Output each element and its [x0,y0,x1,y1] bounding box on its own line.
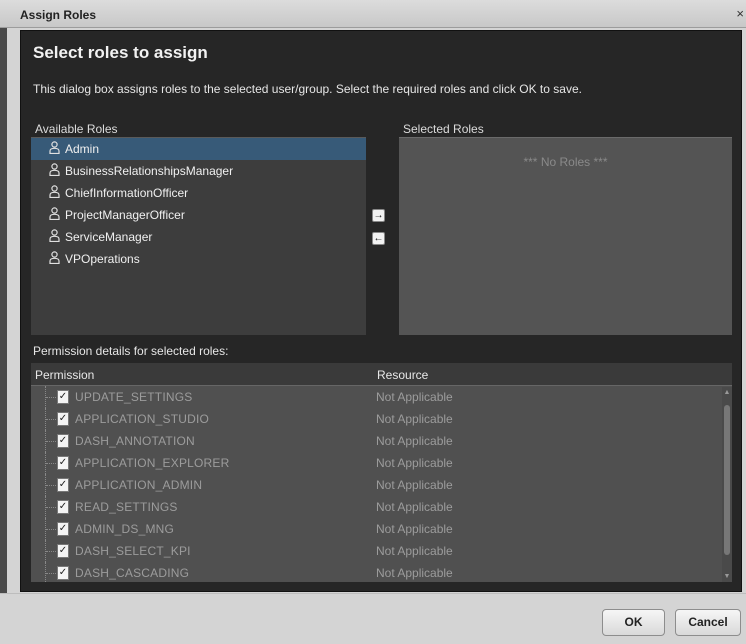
permission-row: ✓ APPLICATION_STUDIO Not Applicable [31,408,732,430]
tree-branch [46,507,56,508]
permission-resource: Not Applicable [376,500,453,514]
checked-checkbox-icon: ✓ [57,566,69,580]
window-edge [0,0,7,644]
user-icon [49,185,61,201]
tree-branch [46,551,56,552]
checked-checkbox-icon: ✓ [57,478,69,492]
dialog-heading: Select roles to assign [33,43,208,62]
permission-name: DASH_ANNOTATION [75,434,195,448]
permission-row: ✓ DASH_SELECT_KPI Not Applicable [31,540,732,562]
checked-checkbox-icon: ✓ [57,544,69,558]
ok-button[interactable]: OK [602,609,665,636]
selected-roles-list[interactable]: *** No Roles *** [399,137,732,335]
permission-name: APPLICATION_ADMIN [75,478,203,492]
role-name: BusinessRelationshipsManager [65,164,234,178]
permission-name: DASH_SELECT_KPI [75,544,191,558]
scrollbar-thumb[interactable] [724,405,730,555]
role-item[interactable]: VPOperations [31,248,366,270]
role-item[interactable]: ChiefInformationOfficer [31,182,366,204]
permission-row: ✓ APPLICATION_ADMIN Not Applicable [31,474,732,496]
permission-name: READ_SETTINGS [75,500,178,514]
column-permission[interactable]: Permission [35,368,94,382]
window-title: Assign Roles [20,8,97,22]
permission-name: UPDATE_SETTINGS [75,390,193,404]
permission-row: ✓ ADMIN_DS_MNG Not Applicable [31,518,732,540]
tree-branch [46,485,56,486]
selected-roles-label: Selected Roles [403,122,484,136]
user-icon [49,141,61,157]
permission-resource: Not Applicable [376,390,453,404]
permission-table-header: Permission Resource [31,363,732,386]
scroll-up-icon[interactable]: ▲ [722,389,732,396]
permission-resource: Not Applicable [376,544,453,558]
permission-resource: Not Applicable [376,456,453,470]
permission-table: Permission Resource ✓ UPDATE_SETTINGS Not … [31,363,732,582]
role-item[interactable]: BusinessRelationshipsManager [31,160,366,182]
tree-branch [46,529,56,530]
checked-checkbox-icon: ✓ [57,434,69,448]
title-bar: Assign Roles × [0,0,746,28]
permission-name: APPLICATION_STUDIO [75,412,210,426]
permission-resource: Not Applicable [376,522,453,536]
add-role-button[interactable]: → [372,209,385,222]
tree-line [45,562,46,582]
role-name: VPOperations [65,252,140,266]
role-name: ChiefInformationOfficer [65,186,189,200]
permission-name: ADMIN_DS_MNG [75,522,175,536]
no-roles-text: *** No Roles *** [523,155,608,169]
user-icon [49,207,61,223]
role-item[interactable]: Admin [31,138,366,160]
tree-branch [46,441,56,442]
tree-branch [46,573,56,574]
permission-row: ✓ DASH_CASCADING Not Applicable [31,562,732,582]
role-name: ServiceManager [65,230,153,244]
role-name: Admin [65,142,100,156]
user-icon [49,229,61,245]
dialog-panel: Select roles to assign This dialog box a… [20,30,742,592]
checked-checkbox-icon: ✓ [57,522,69,536]
permission-resource: Not Applicable [376,434,453,448]
tree-branch [46,419,56,420]
user-icon [49,251,61,267]
permission-row: ✓ APPLICATION_EXPLORER Not Applicable [31,452,732,474]
checked-checkbox-icon: ✓ [57,390,69,404]
available-roles-label: Available Roles [35,122,118,136]
arrow-right-icon: → [373,210,384,221]
permission-row: ✓ READ_SETTINGS Not Applicable [31,496,732,518]
close-icon[interactable]: × [736,6,744,21]
role-item[interactable]: ProjectManagerOfficer [31,204,366,226]
user-icon [49,163,61,179]
role-name: ProjectManagerOfficer [65,208,185,222]
tree-branch [46,463,56,464]
permission-rows: ✓ UPDATE_SETTINGS Not Applicable ✓ APPLICATI… [31,386,732,582]
permission-resource: Not Applicable [376,412,453,426]
column-resource[interactable]: Resource [377,368,428,382]
permission-row: ✓ UPDATE_SETTINGS Not Applicable [31,386,732,408]
permission-scrollbar[interactable]: ▲ ▼ [722,387,732,582]
cancel-button[interactable]: Cancel [675,609,741,636]
checked-checkbox-icon: ✓ [57,456,69,470]
remove-role-button[interactable]: ← [372,232,385,245]
role-item[interactable]: ServiceManager [31,226,366,248]
permission-name: APPLICATION_EXPLORER [75,456,230,470]
dialog-button-bar: OK Cancel [0,593,746,644]
tree-branch [46,397,56,398]
permission-details-label: Permission details for selected roles: [33,344,229,358]
permission-row: ✓ DASH_ANNOTATION Not Applicable [31,430,732,452]
available-roles-list[interactable]: Admin BusinessRelationshipsManager ChiefIn… [31,137,366,335]
checked-checkbox-icon: ✓ [57,500,69,514]
permission-name: DASH_CASCADING [75,566,190,580]
checked-checkbox-icon: ✓ [57,412,69,426]
arrow-left-icon: ← [373,233,384,244]
dialog-description: This dialog box assigns roles to the sel… [33,82,582,96]
permission-resource: Not Applicable [376,566,453,580]
permission-resource: Not Applicable [376,478,453,492]
scroll-down-icon[interactable]: ▼ [722,573,732,580]
